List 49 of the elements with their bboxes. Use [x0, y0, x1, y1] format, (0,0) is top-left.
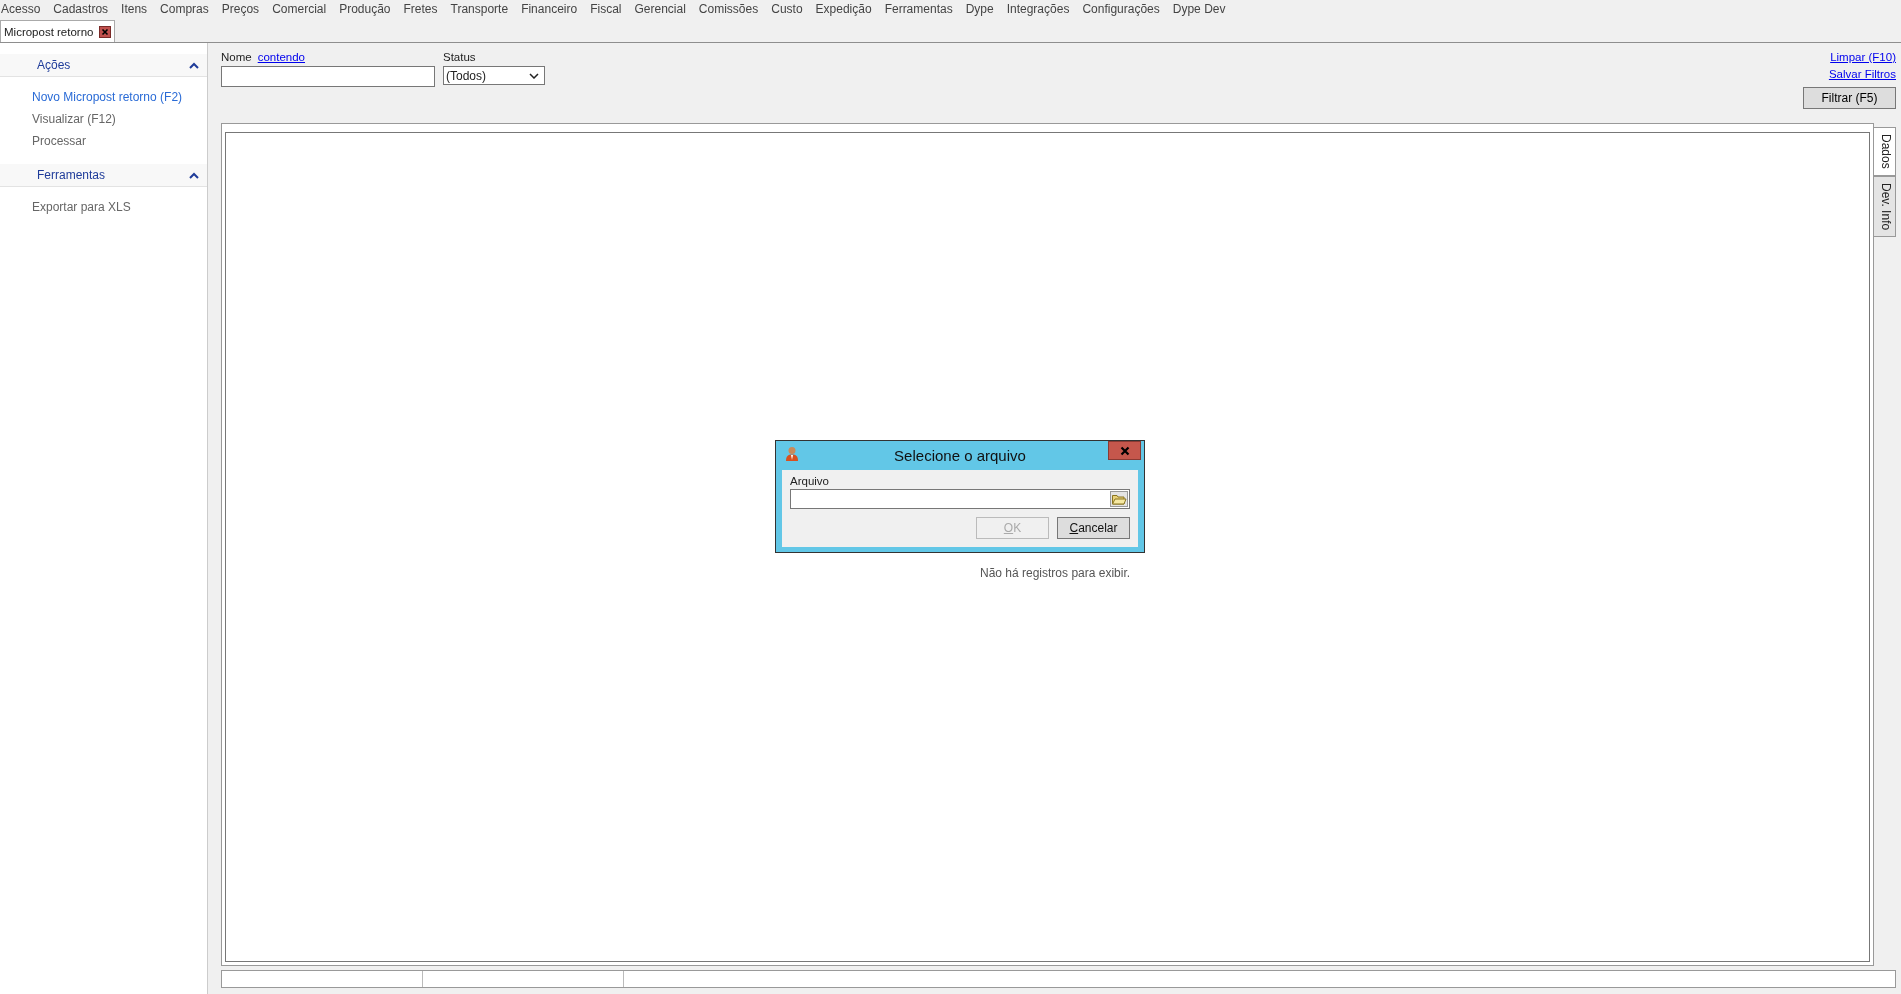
menu-item[interactable]: Expedição [815, 2, 872, 16]
menu-item[interactable]: Fiscal [590, 2, 622, 16]
dialog-title: Selecione o arquivo [893, 447, 1027, 464]
close-icon[interactable] [99, 25, 112, 38]
side-tab[interactable]: Dev. Info [1874, 175, 1896, 237]
collapse-icon[interactable] [189, 61, 199, 69]
menu-item[interactable]: Configurações [1082, 2, 1160, 16]
file-field[interactable] [790, 489, 1130, 509]
menu-item[interactable]: Comercial [272, 2, 327, 16]
menu-item[interactable]: Compras [160, 2, 209, 16]
status-dropdown[interactable]: (Todos) [443, 66, 545, 85]
menu-item[interactable]: Transporte [450, 2, 509, 16]
menu-item[interactable]: Dype Dev [1172, 2, 1226, 16]
user-icon [785, 446, 799, 462]
link[interactable]: Limpar (F10) [1830, 51, 1896, 63]
menu-item[interactable]: Financeiro [521, 2, 578, 16]
document-tab[interactable]: Micropost retorno [0, 20, 116, 42]
menu-item[interactable]: Itens [121, 2, 148, 16]
section-title: Ferramentas [37, 168, 106, 182]
menu-item[interactable]: Integrações [1006, 2, 1070, 16]
section-title: Ações [37, 58, 71, 72]
menu-item[interactable]: Dype [965, 2, 994, 16]
menu-item[interactable]: Custo [771, 2, 803, 16]
link[interactable]: Salvar Filtros [1828, 68, 1896, 80]
side-tab[interactable]: Dados [1874, 127, 1896, 176]
menu-item[interactable]: Cadastros [53, 2, 109, 16]
sidebar-link[interactable]: Exportar para XLS [32, 200, 207, 214]
sidebar-link[interactable]: Visualizar (F12) [32, 112, 207, 126]
menu-item[interactable]: Comissões [698, 2, 759, 16]
collapse-icon[interactable] [189, 171, 199, 179]
close-button[interactable] [1108, 441, 1141, 460]
filter-mode-link[interactable]: contendo [257, 51, 305, 63]
empty-message: Não há registros para exibir. [980, 566, 1131, 580]
folder-icon[interactable] [1110, 491, 1128, 507]
sidebar-link[interactable]: Processar [32, 134, 207, 148]
menu-item[interactable]: Ferramentas [884, 2, 953, 16]
menu-item[interactable]: Produção [339, 2, 391, 16]
menu-item[interactable]: Acesso [1, 2, 41, 16]
field-label: Status [443, 51, 476, 63]
menu-item[interactable]: Preços [221, 2, 260, 16]
filter-button[interactable]: Filtrar (F5) [1803, 87, 1896, 109]
sidebar-link[interactable]: Novo Micropost retorno (F2) [32, 90, 207, 104]
dropdown-caret-icon[interactable] [529, 72, 539, 79]
name-field[interactable] [221, 66, 435, 87]
menu-item[interactable]: Gerencial [634, 2, 686, 16]
field-label: Nome [221, 51, 252, 63]
menu-item[interactable]: Fretes [403, 2, 438, 16]
dialog-button[interactable]: Cancelar [1057, 517, 1130, 539]
field-label: Arquivo [790, 475, 830, 487]
